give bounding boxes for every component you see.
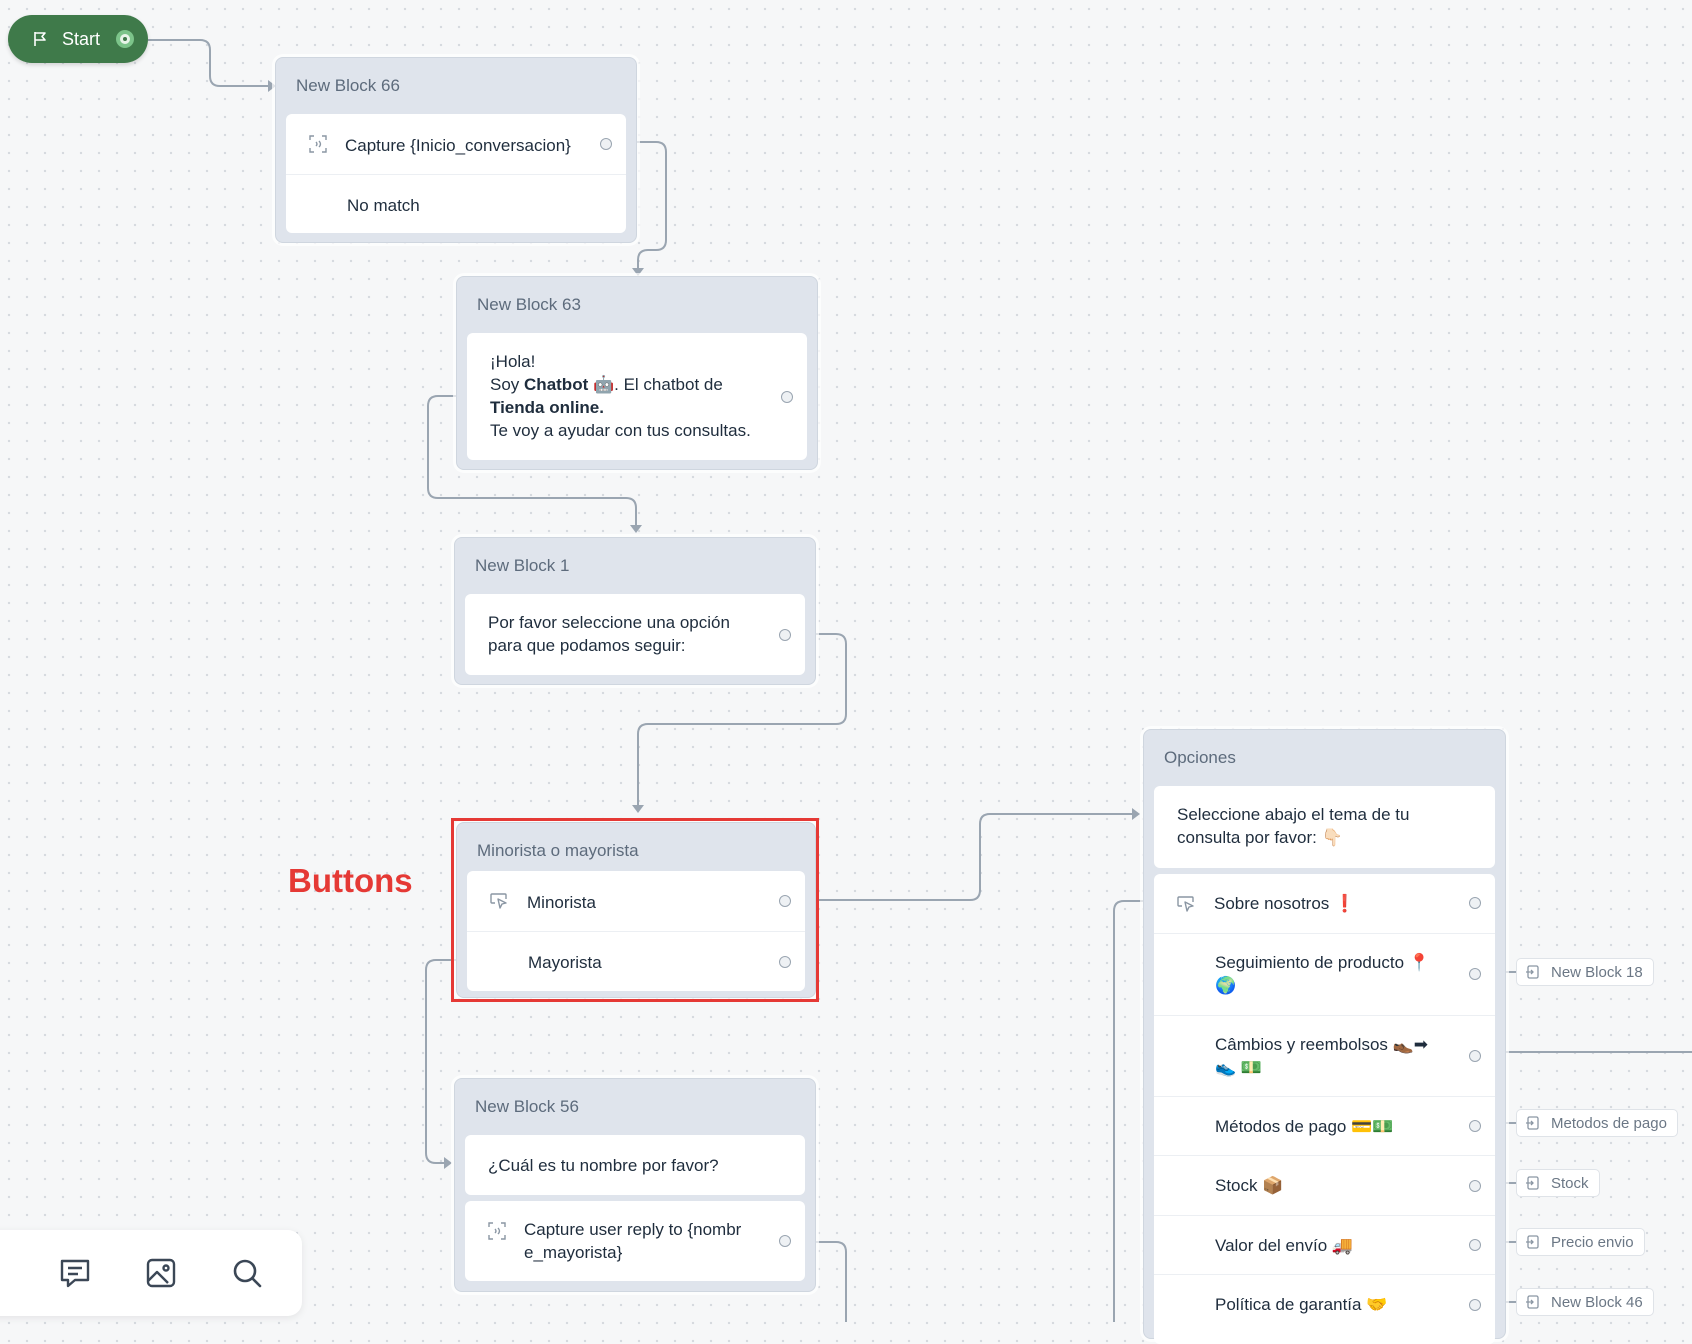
button-item[interactable]: Valor del envío 🚚 <box>1154 1215 1495 1274</box>
button-output-port[interactable] <box>1469 1120 1481 1132</box>
message-text: Por favor seleccione una opción para que… <box>488 613 730 655</box>
jump-icon <box>1526 1116 1539 1130</box>
image-icon[interactable] <box>144 1256 178 1290</box>
search-icon[interactable] <box>230 1256 264 1290</box>
button-item[interactable]: Câmbios y reembolsos 👞➡ 👟 💵 <box>1154 1015 1495 1096</box>
block-new-block-66[interactable]: New Block 66 Capture {Inicio_conversacio… <box>275 57 637 243</box>
block-new-block-63[interactable]: New Block 63 ¡Hola! Soy Chatbot 🤖. El ch… <box>456 276 818 470</box>
message-output-port[interactable] <box>781 391 793 403</box>
message-step[interactable]: Seleccione abajo el tema de tu consulta … <box>1154 786 1495 868</box>
button-item[interactable]: Stock 📦 <box>1154 1155 1495 1215</box>
button-output-port[interactable] <box>1469 1239 1481 1251</box>
capture-icon <box>488 1222 506 1240</box>
message-output-port[interactable] <box>779 629 791 641</box>
jump-tag-new-block-18[interactable]: New Block 18 <box>1516 958 1654 986</box>
block-title: Opciones <box>1164 748 1236 767</box>
button-label: Stock 📦 <box>1215 1176 1284 1195</box>
button-label: Câmbios y reembolsos 👞➡ 👟 💵 <box>1215 1035 1429 1077</box>
button-item[interactable]: Seguimiento de producto 📍 🌍 <box>1154 933 1495 1015</box>
capture-step[interactable]: Capture {Inicio_conversacion} No match <box>286 114 626 233</box>
capture-text: Capture {Inicio_conversacion} <box>345 136 571 155</box>
jump-icon <box>1526 1235 1539 1249</box>
jump-icon <box>1526 1176 1539 1190</box>
canvas-toolbar <box>0 1230 302 1316</box>
tag-label: Stock <box>1551 1174 1589 1192</box>
jump-icon <box>1526 965 1539 979</box>
capture-text: Capture user reply to {nombr e_mayorista… <box>524 1220 742 1262</box>
block-title: New Block 66 <box>296 76 400 95</box>
tag-label: Metodos de pago <box>1551 1114 1667 1132</box>
message-step[interactable]: ¿Cuál es tu nombre por favor? <box>465 1135 805 1195</box>
tag-label: Precio envio <box>1551 1233 1634 1251</box>
jump-tag-stock[interactable]: Stock <box>1516 1169 1600 1197</box>
message-step[interactable]: Por favor seleccione una opción para que… <box>465 594 805 675</box>
button-output-port[interactable] <box>1469 897 1481 909</box>
message-icon[interactable] <box>58 1256 92 1290</box>
jump-tag-new-block-46[interactable]: New Block 46 <box>1516 1288 1654 1316</box>
button-output-port[interactable] <box>1469 1050 1481 1062</box>
capture-icon <box>309 135 327 153</box>
buttons-step[interactable]: Sobre nosotros ❗ Seguimiento de producto… <box>1154 874 1495 1344</box>
highlight-box <box>451 818 819 1002</box>
button-item[interactable]: Métodos de pago 💳💵 <box>1154 1096 1495 1155</box>
block-new-block-56[interactable]: New Block 56 ¿Cuál es tu nombre por favo… <box>454 1078 816 1292</box>
tag-label: New Block 46 <box>1551 1293 1643 1311</box>
tag-label: New Block 18 <box>1551 963 1643 981</box>
block-new-block-1[interactable]: New Block 1 Por favor seleccione una opc… <box>454 537 816 685</box>
block-icon[interactable] <box>0 1256 16 1290</box>
capture-output-port[interactable] <box>600 138 612 150</box>
flag-icon <box>34 32 46 46</box>
message-text: ¡Hola! Soy Chatbot 🤖. El chatbot de Tien… <box>490 352 751 440</box>
jump-tag-metodos-de-pago[interactable]: Metodos de pago <box>1516 1109 1678 1137</box>
button-label: Sobre nosotros ❗ <box>1214 894 1356 913</box>
button-item[interactable]: Política de garantía 🤝 <box>1154 1274 1495 1334</box>
button-label: Valor del envío 🚚 <box>1215 1236 1354 1255</box>
button-label: Métodos de pago 💳💵 <box>1215 1117 1394 1136</box>
jump-tag-precio-envio[interactable]: Precio envio <box>1516 1228 1645 1256</box>
jump-icon <box>1526 1295 1539 1309</box>
capture-output-port[interactable] <box>779 1235 791 1247</box>
pointer-icon <box>1177 896 1194 912</box>
button-item[interactable]: Sobre nosotros ❗ <box>1154 874 1495 933</box>
block-title: New Block 1 <box>475 556 570 575</box>
block-opciones[interactable]: Opciones Seleccione abajo el tema de tu … <box>1143 729 1506 1344</box>
button-label: Seguimiento de producto 📍 🌍 <box>1215 953 1430 995</box>
no-match-text: No match <box>347 196 420 215</box>
message-text: Seleccione abajo el tema de tu consulta … <box>1177 805 1410 847</box>
button-output-port[interactable] <box>1469 1180 1481 1192</box>
block-title: New Block 63 <box>477 295 581 314</box>
start-label: Start <box>62 28 101 49</box>
message-text: ¿Cuál es tu nombre por favor? <box>488 1156 719 1175</box>
annotation-label: Buttons <box>288 862 413 899</box>
message-step[interactable]: ¡Hola! Soy Chatbot 🤖. El chatbot de Tien… <box>467 333 807 460</box>
capture-step[interactable]: Capture user reply to {nombr e_mayorista… <box>465 1201 805 1281</box>
button-label: Política de garantía 🤝 <box>1215 1295 1388 1314</box>
start-node[interactable]: Start <box>8 15 148 63</box>
start-output-port[interactable] <box>116 30 134 48</box>
button-output-port[interactable] <box>1469 968 1481 980</box>
block-title: New Block 56 <box>475 1097 579 1116</box>
button-output-port[interactable] <box>1469 1299 1481 1311</box>
